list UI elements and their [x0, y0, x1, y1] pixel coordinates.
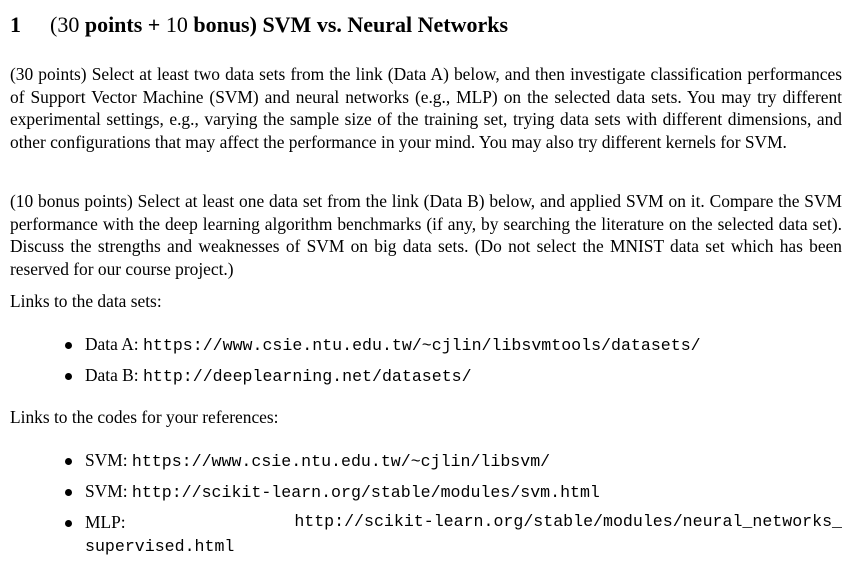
list-item-mlp: MLP: http://scikit-learn.org/stable/modu… — [65, 511, 842, 557]
paragraph-bonus-task: (10 bonus points) Select at least one da… — [10, 191, 842, 279]
data-b-link[interactable]: http://deeplearning.net/datasets/ — [143, 367, 472, 386]
bullet-icon — [65, 342, 72, 349]
bullet-icon — [65, 489, 72, 496]
bullet-icon — [65, 458, 72, 465]
data-b-label: Data B: — [85, 365, 143, 385]
mlp-second-line: supervised.html — [85, 534, 842, 559]
mlp-label: MLP: — [85, 512, 126, 532]
codes-links-label: Links to the codes for your references: — [10, 407, 279, 427]
codes-list: SVM: https://www.csie.ntu.edu.tw/~cjlin/… — [65, 449, 842, 557]
list-item-data-a: Data A: https://www.csie.ntu.edu.tw/~cjl… — [65, 333, 842, 364]
libsvm-link[interactable]: https://www.csie.ntu.edu.tw/~cjlin/libsv… — [132, 452, 550, 471]
data-a-label: Data A: — [85, 334, 143, 354]
heading-points-number: 30 — [57, 12, 80, 37]
data-a-link[interactable]: https://www.csie.ntu.edu.tw/~cjlin/libsv… — [143, 336, 701, 355]
list-item-sklearn-svm: SVM: http://scikit-learn.org/stable/modu… — [65, 480, 842, 511]
datasets-links-label: Links to the data sets: — [10, 291, 162, 311]
section-number: 1 — [10, 12, 21, 37]
bullet-icon — [65, 373, 72, 380]
mlp-link-part2[interactable]: supervised.html — [85, 537, 234, 556]
mlp-link-part1[interactable]: http://scikit-learn.org/stable/modules/n… — [294, 511, 842, 534]
sklearn-svm-link[interactable]: http://scikit-learn.org/stable/modules/s… — [132, 483, 600, 502]
heading-title: SVM vs. Neural Networks — [256, 12, 509, 37]
libsvm-label: SVM: — [85, 450, 132, 470]
sklearn-svm-label: SVM: — [85, 481, 132, 501]
paragraph-main-task: (30 points) Select at least two data set… — [10, 64, 842, 152]
list-item-libsvm: SVM: https://www.csie.ntu.edu.tw/~cjlin/… — [65, 449, 842, 480]
datasets-list: Data A: https://www.csie.ntu.edu.tw/~cjl… — [65, 333, 842, 395]
heading-bonus-word: bonus) — [187, 12, 257, 37]
list-item-data-b: Data B: http://deeplearning.net/datasets… — [65, 364, 842, 395]
heading-points-word: points + — [79, 12, 166, 37]
heading-bonus-number: 10 — [165, 12, 188, 37]
section-heading: 1 (30 points + 10 bonus) SVM vs. Neural N… — [10, 11, 842, 39]
mlp-first-line: MLP: http://scikit-learn.org/stable/modu… — [85, 511, 842, 534]
bullet-icon — [65, 520, 72, 527]
